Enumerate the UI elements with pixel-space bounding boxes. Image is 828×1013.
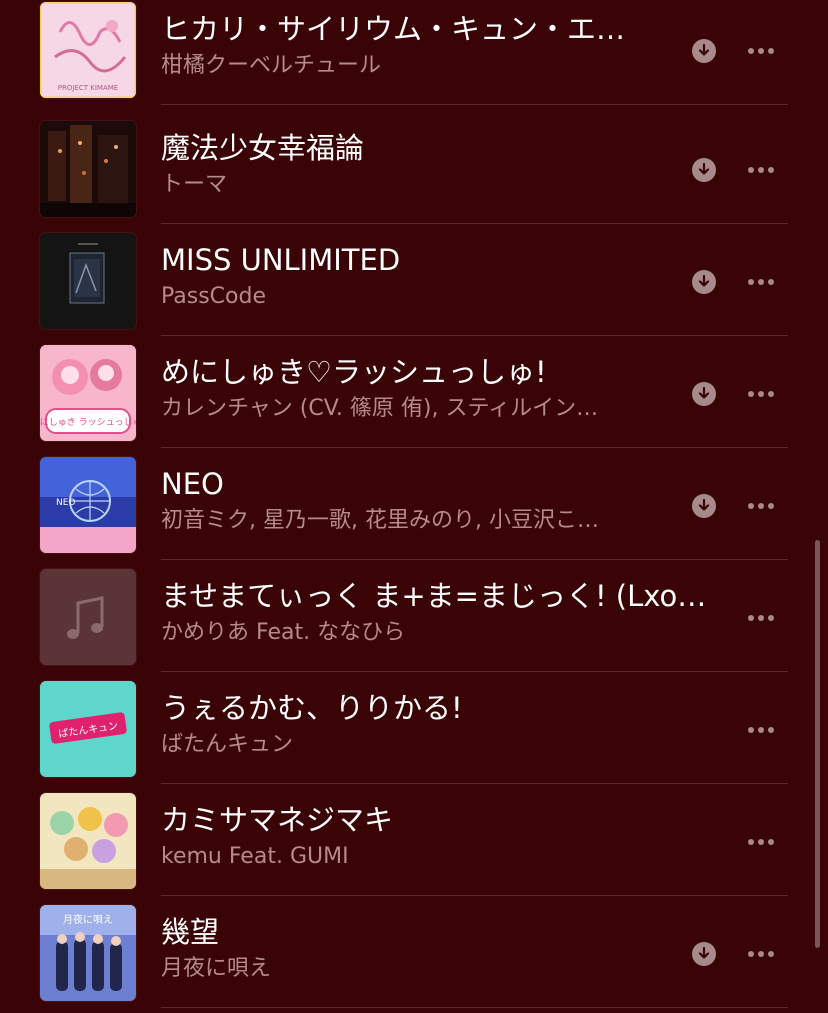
download-icon[interactable] — [692, 382, 716, 406]
song-title: めにしゅき♡ラッシュっしゅ! — [161, 355, 547, 389]
more-options-icon[interactable] — [743, 716, 779, 744]
song-title: NEO — [161, 467, 224, 501]
song-title: カミサマネジマキ — [161, 803, 394, 837]
album-artwork: めにしゅき ラッシュっしゅ! — [40, 345, 136, 441]
song-row[interactable]: カミサマネジマキ kemu Feat. GUMI — [40, 784, 788, 896]
song-row[interactable]: 魔法少女幸福論 トーマ — [40, 112, 788, 224]
song-row[interactable]: NEO NEO 初音ミク, 星乃一歌, 花里みのり, 小豆沢こ… — [40, 448, 788, 560]
download-icon[interactable] — [692, 942, 716, 966]
more-options-icon[interactable] — [743, 828, 779, 856]
song-row[interactable]: ばたんキュン うぇるかむ、りりかる! ばたんキュン — [40, 672, 788, 784]
more-options-icon[interactable] — [743, 940, 779, 968]
album-artwork: NEO — [40, 457, 136, 553]
album-artwork — [40, 121, 136, 217]
album-artwork — [40, 233, 136, 329]
row-divider — [161, 104, 788, 105]
artwork-label: めにしゅき ラッシュっしゅ! — [40, 417, 136, 428]
album-artwork — [40, 569, 136, 665]
album-artwork — [40, 793, 136, 889]
artwork-label: NEO — [56, 498, 76, 508]
song-title: MISS UNLIMITED — [161, 243, 401, 277]
song-row[interactable]: MISS UNLIMITED PassCode — [40, 224, 788, 336]
album-artwork: PROJECT KIMAME — [40, 2, 136, 98]
song-title: 幾望 — [161, 915, 220, 949]
song-artist: 柑橘クーベルチュール — [161, 53, 382, 78]
song-title: ヒカリ・サイリウム・キュン・エ… — [161, 12, 626, 46]
song-row[interactable]: PROJECT KIMAME ヒカリ・サイリウム・キュン・エ… 柑橘クーベルチュ… — [40, 0, 788, 105]
more-options-icon[interactable] — [743, 156, 779, 184]
download-icon[interactable] — [692, 494, 716, 518]
download-icon[interactable] — [692, 158, 716, 182]
song-artist: ばたんキュン — [161, 732, 294, 757]
song-artist: カレンチャン (CV. 篠原 侑), スティルイン… — [161, 396, 599, 421]
song-title: 魔法少女幸福論 — [161, 131, 365, 165]
artwork-label: 月夜に唄え — [63, 913, 113, 926]
more-options-icon[interactable] — [743, 268, 779, 296]
album-artwork: ばたんキュン — [40, 681, 136, 777]
song-artist: 初音ミク, 星乃一歌, 花里みのり, 小豆沢こ… — [161, 508, 599, 533]
row-divider — [161, 1007, 788, 1008]
song-artist: かめりあ Feat. ななひら — [161, 620, 406, 645]
song-title: ませまてぃっく ま+ま=まじっく! (Lxo… — [161, 579, 707, 613]
song-row[interactable]: 月夜に唄え 幾望 月夜に唄え — [40, 896, 788, 1008]
more-options-icon[interactable] — [743, 604, 779, 632]
album-artwork: 月夜に唄え — [40, 905, 136, 1001]
artwork-label: PROJECT KIMAME — [58, 84, 118, 92]
more-options-icon[interactable] — [743, 380, 779, 408]
song-artist: kemu Feat. GUMI — [161, 844, 349, 869]
scrollbar[interactable] — [815, 540, 820, 948]
song-artist: PassCode — [161, 284, 267, 309]
song-artist: 月夜に唄え — [161, 956, 272, 981]
more-options-icon[interactable] — [743, 37, 779, 65]
download-icon[interactable] — [692, 39, 716, 63]
more-options-icon[interactable] — [743, 492, 779, 520]
song-artist: トーマ — [161, 172, 228, 197]
download-icon[interactable] — [692, 270, 716, 294]
song-row[interactable]: ませまてぃっく ま+ま=まじっく! (Lxo… かめりあ Feat. ななひら — [40, 560, 788, 672]
song-row[interactable]: めにしゅき ラッシュっしゅ! めにしゅき♡ラッシュっしゅ! カレンチャン (CV… — [40, 336, 788, 448]
song-title: うぇるかむ、りりかる! — [161, 691, 463, 725]
